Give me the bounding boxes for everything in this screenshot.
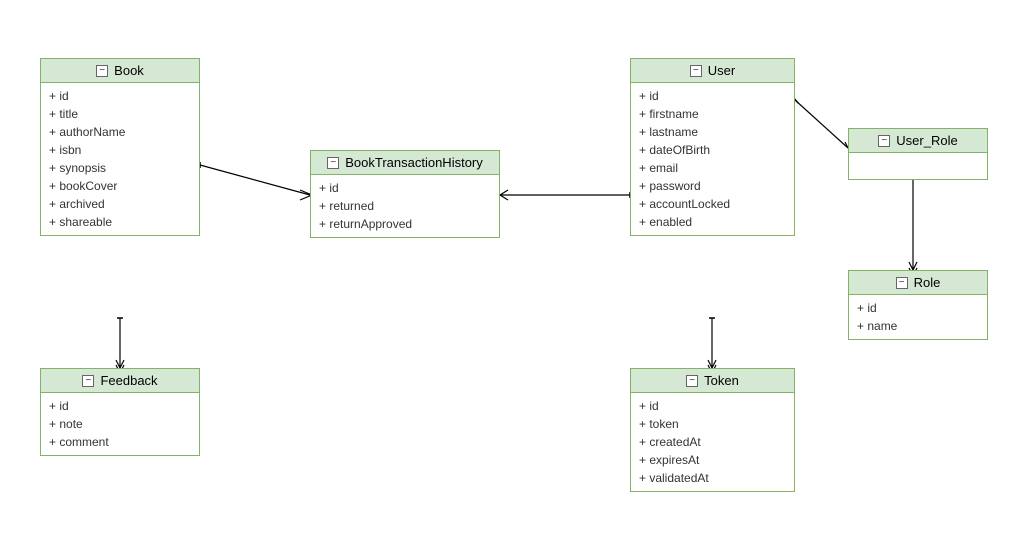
entity-role-title: Role (914, 275, 941, 290)
user-field-enabled: + enabled (639, 213, 786, 231)
token-field-token: + token (639, 415, 786, 433)
token-field-validatedat: + validatedAt (639, 469, 786, 487)
entity-feedback-header: − Feedback (41, 369, 199, 393)
userrole-collapse-icon[interactable]: − (878, 135, 890, 147)
book-field-id: + id (49, 87, 191, 105)
entity-role-body: + id + name (849, 295, 987, 339)
book-field-bookcover: + bookCover (49, 177, 191, 195)
entity-book-title: Book (114, 63, 144, 78)
bth-field-id: + id (319, 179, 491, 197)
user-field-firstname: + firstname (639, 105, 786, 123)
user-field-password: + password (639, 177, 786, 195)
feedback-field-id: + id (49, 397, 191, 415)
user-field-dateofbirth: + dateOfBirth (639, 141, 786, 159)
entity-bth-body: + id + returned + returnApproved (311, 175, 499, 237)
user-field-lastname: + lastname (639, 123, 786, 141)
user-field-id: + id (639, 87, 786, 105)
role-collapse-icon[interactable]: − (896, 277, 908, 289)
entity-bth-title: BookTransactionHistory (345, 155, 483, 170)
entity-token-title: Token (704, 373, 739, 388)
entity-feedback: − Feedback + id + note + comment (40, 368, 200, 456)
token-field-id: + id (639, 397, 786, 415)
entity-book: − Book + id + title + authorName + isbn … (40, 58, 200, 236)
bth-field-returnapproved: + returnApproved (319, 215, 491, 233)
user-field-email: + email (639, 159, 786, 177)
role-field-id: + id (857, 299, 979, 317)
entity-feedback-body: + id + note + comment (41, 393, 199, 455)
token-field-expiresat: + expiresAt (639, 451, 786, 469)
userrole-empty (857, 157, 979, 175)
entity-user-role: − User_Role (848, 128, 988, 180)
book-field-archived: + archived (49, 195, 191, 213)
entity-user-body: + id + firstname + lastname + dateOfBirt… (631, 83, 794, 235)
entity-userrole-title: User_Role (896, 133, 957, 148)
entity-role-header: − Role (849, 271, 987, 295)
entity-user-header: − User (631, 59, 794, 83)
entity-userrole-header: − User_Role (849, 129, 987, 153)
token-collapse-icon[interactable]: − (686, 375, 698, 387)
entity-token: − Token + id + token + createdAt + expir… (630, 368, 795, 492)
token-field-createdat: + createdAt (639, 433, 786, 451)
entity-book-body: + id + title + authorName + isbn + synop… (41, 83, 199, 235)
entity-user: − User + id + firstname + lastname + dat… (630, 58, 795, 236)
entity-token-body: + id + token + createdAt + expiresAt + v… (631, 393, 794, 491)
entity-book-header: − Book (41, 59, 199, 83)
role-field-name: + name (857, 317, 979, 335)
feedback-field-comment: + comment (49, 433, 191, 451)
entity-userrole-body (849, 153, 987, 179)
book-field-title: + title (49, 105, 191, 123)
book-field-synopsis: + synopsis (49, 159, 191, 177)
user-field-accountlocked: + accountLocked (639, 195, 786, 213)
entity-role: − Role + id + name (848, 270, 988, 340)
entity-token-header: − Token (631, 369, 794, 393)
bth-field-returned: + returned (319, 197, 491, 215)
entity-user-title: User (708, 63, 735, 78)
book-field-shareable: + shareable (49, 213, 191, 231)
book-collapse-icon[interactable]: − (96, 65, 108, 77)
diagram-canvas: − Book + id + title + authorName + isbn … (0, 0, 1019, 552)
feedback-field-note: + note (49, 415, 191, 433)
user-collapse-icon[interactable]: − (690, 65, 702, 77)
bth-collapse-icon[interactable]: − (327, 157, 339, 169)
feedback-collapse-icon[interactable]: − (82, 375, 94, 387)
book-field-authorname: + authorName (49, 123, 191, 141)
entity-feedback-title: Feedback (100, 373, 157, 388)
entity-booktransactionhistory: − BookTransactionHistory + id + returned… (310, 150, 500, 238)
book-field-isbn: + isbn (49, 141, 191, 159)
entity-bth-header: − BookTransactionHistory (311, 151, 499, 175)
